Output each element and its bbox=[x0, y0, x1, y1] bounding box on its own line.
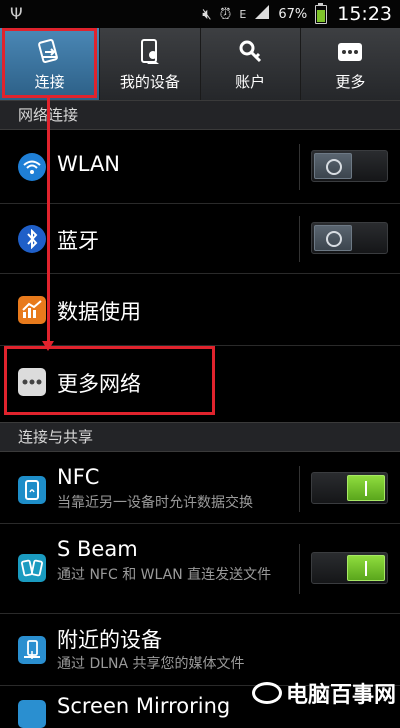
watermark-text: 电脑百事网 bbox=[285, 683, 396, 708]
settings-tab-bar: 连接 我的设备 账户 更多 bbox=[0, 28, 400, 101]
item-title: Screen Mirroring bbox=[57, 694, 231, 718]
tab-label: 连接 bbox=[34, 72, 65, 91]
watermark-logo-icon bbox=[251, 682, 282, 704]
more-icon bbox=[335, 37, 365, 67]
sbeam-icon bbox=[18, 554, 46, 582]
list-item-data-usage[interactable]: 数据使用 bbox=[0, 274, 400, 346]
list-item-wlan[interactable]: WLAN bbox=[0, 130, 400, 204]
bluetooth-icon bbox=[18, 225, 46, 253]
section-header-sharing: 连接与共享 bbox=[0, 422, 400, 452]
tab-accounts[interactable]: 账户 bbox=[201, 28, 301, 100]
sbeam-toggle[interactable] bbox=[311, 552, 388, 584]
usb-icon: Ψ bbox=[10, 4, 23, 23]
annotation-arrow bbox=[47, 98, 50, 345]
connections-icon bbox=[35, 37, 65, 67]
list-item-sbeam[interactable]: S Beam 通过 NFC 和 WLAN 直连发送文件 bbox=[0, 524, 400, 614]
alarm-icon: ⏰︎ bbox=[219, 5, 232, 23]
status-bar: Ψ 🔇︎ ⏰︎ E 67% 15:23 bbox=[0, 0, 400, 28]
section-header-network: 网络连接 bbox=[0, 100, 400, 130]
item-subtitle: 通过 NFC 和 WLAN 直连发送文件 bbox=[57, 567, 272, 583]
item-title: S Beam bbox=[57, 537, 138, 561]
divider bbox=[299, 544, 300, 594]
item-title: WLAN bbox=[57, 152, 121, 176]
item-title: 附近的设备 bbox=[57, 628, 162, 652]
tab-label: 更多 bbox=[335, 72, 366, 91]
bluetooth-toggle[interactable] bbox=[311, 222, 388, 254]
my-device-icon bbox=[135, 37, 165, 67]
tab-more[interactable]: 更多 bbox=[301, 28, 400, 100]
list-item-nearby-devices[interactable]: 附近的设备 通过 DLNA 共享您的媒体文件 bbox=[0, 614, 400, 686]
tab-my-device[interactable]: 我的设备 bbox=[100, 28, 201, 100]
mute-icon: 🔇︎ bbox=[202, 5, 212, 23]
annotation-arrow-head bbox=[42, 341, 54, 351]
item-subtitle: 通过 DLNA 共享您的媒体文件 bbox=[57, 656, 245, 672]
screen-mirroring-icon bbox=[18, 700, 46, 728]
nfc-icon bbox=[18, 476, 46, 504]
data-usage-icon bbox=[18, 296, 46, 324]
wlan-toggle[interactable] bbox=[311, 150, 388, 182]
divider bbox=[299, 466, 300, 512]
clock: 15:23 bbox=[337, 3, 392, 25]
nfc-toggle[interactable] bbox=[311, 472, 388, 504]
nearby-devices-icon bbox=[18, 636, 46, 664]
wifi-icon bbox=[18, 153, 46, 181]
more-networks-icon bbox=[18, 368, 46, 396]
item-subtitle: 当靠近另一设备时允许数据交换 bbox=[57, 495, 253, 511]
tab-label: 我的设备 bbox=[119, 72, 180, 91]
item-title: NFC bbox=[57, 465, 100, 489]
item-title: 蓝牙 bbox=[57, 229, 99, 253]
item-title: 数据使用 bbox=[57, 300, 141, 324]
list-item-nfc[interactable]: NFC 当靠近另一设备时允许数据交换 bbox=[0, 452, 400, 524]
watermark: 电脑百事网 bbox=[251, 677, 396, 709]
signal-icon bbox=[254, 4, 270, 24]
divider bbox=[299, 144, 300, 190]
divider bbox=[299, 216, 300, 262]
tab-label: 账户 bbox=[235, 72, 266, 91]
list-item-bluetooth[interactable]: 蓝牙 bbox=[0, 204, 400, 274]
battery-percent: 67% bbox=[278, 6, 308, 22]
network-type-icon: E bbox=[239, 7, 247, 21]
battery-icon bbox=[315, 2, 328, 24]
item-title: 更多网络 bbox=[57, 372, 141, 396]
accounts-icon bbox=[235, 37, 265, 67]
tab-connections[interactable]: 连接 bbox=[0, 28, 101, 100]
list-item-more-networks[interactable]: 更多网络 bbox=[0, 346, 400, 418]
